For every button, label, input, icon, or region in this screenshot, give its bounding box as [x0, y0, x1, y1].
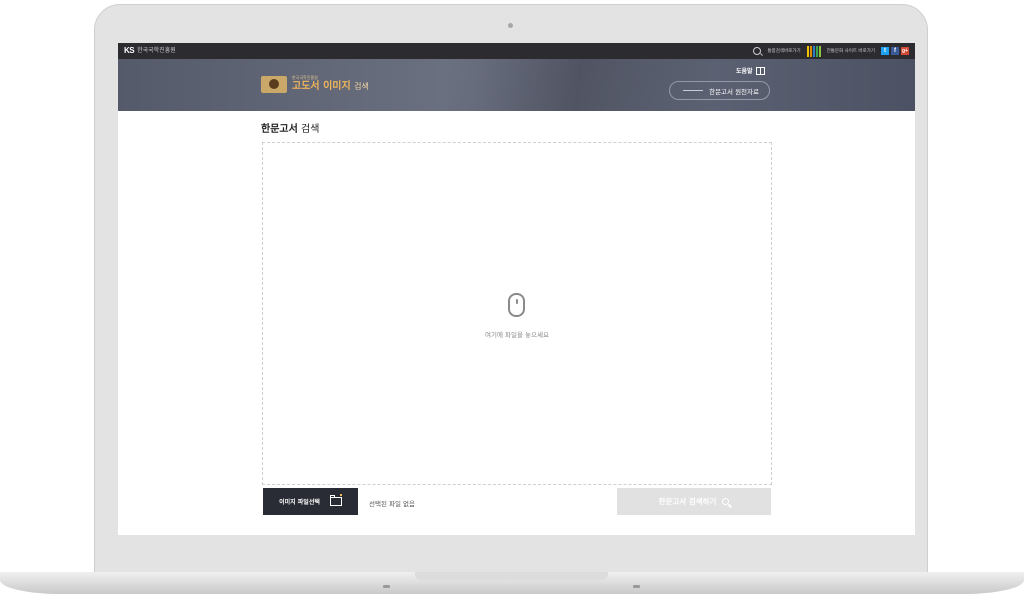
culture-stripes-icon	[806, 45, 821, 57]
page-title-light: 검색	[301, 124, 320, 135]
facebook-icon[interactable]: f	[891, 47, 899, 55]
camera-icon	[508, 23, 513, 28]
file-drop-zone[interactable]: 여기에 파일을 놓으세요	[262, 142, 772, 485]
screen: KS 한국국학진흥원 통합검색바로가기 전통문화 사이트 바로가기 t f g+…	[118, 43, 915, 535]
help-label: 도움말	[736, 68, 753, 75]
laptop-notch	[415, 572, 608, 580]
decorative-line	[683, 90, 704, 91]
twitter-icon[interactable]: t	[881, 47, 889, 55]
drop-instruction: 여기에 파일을 놓으세요	[485, 331, 549, 339]
brand-title-light: 검색	[354, 82, 369, 91]
laptop-foot	[633, 585, 640, 588]
page-title: 한문고서 검색	[261, 120, 319, 135]
brand-title-bold: 고도서 이미지	[292, 81, 351, 92]
top-utility-bar: KS 한국국학진흥원 통합검색바로가기 전통문화 사이트 바로가기 t f g+	[118, 43, 915, 59]
search-icon	[722, 498, 730, 505]
search-icon	[753, 47, 762, 55]
main-content: 한문고서 검색 여기에 파일을 놓으세요 이미지 파일선택 선택된 파일 없음 …	[118, 111, 915, 535]
image-file-select-button[interactable]: 이미지 파일선택	[263, 488, 358, 515]
org-home-link[interactable]: KS 한국국학진흥원	[124, 46, 176, 55]
brand-home-link[interactable]: 한국국학진흥원 고도서 이미지 검색	[261, 75, 369, 93]
search-button[interactable]: 한문고서 검색하기	[617, 488, 771, 515]
header-banner: 한국국학진흥원 고도서 이미지 검색 도움말 한문고서 원천자료	[118, 59, 915, 111]
selected-file-status: 선택된 파일 없음	[369, 500, 415, 508]
googleplus-icon[interactable]: g+	[901, 47, 909, 55]
file-select-label: 이미지 파일선택	[279, 499, 320, 506]
original-source-button[interactable]: 한문고서 원천자료	[669, 81, 770, 100]
laptop-foot	[383, 585, 390, 588]
org-name: 한국국학진흥원	[137, 47, 176, 54]
brand-title: 고도서 이미지 검색	[292, 81, 369, 93]
utility-links: 통합검색바로가기 전통문화 사이트 바로가기 t f g+	[753, 45, 909, 57]
culture-site-link[interactable]: 전통문화 사이트 바로가기	[827, 48, 875, 54]
folder-icon	[329, 494, 342, 506]
help-link[interactable]: 도움말	[736, 66, 765, 75]
brand-logo-icon	[261, 75, 287, 93]
page-title-bold: 한문고서	[261, 124, 298, 135]
search-button-label: 한문고서 검색하기	[658, 497, 717, 506]
integrated-search-link[interactable]: 통합검색바로가기	[767, 48, 800, 54]
social-links: t f g+	[881, 47, 909, 55]
org-logo: KS	[124, 46, 135, 55]
original-source-label: 한문고서 원천자료	[709, 87, 759, 96]
mouse-icon	[508, 293, 525, 317]
book-icon	[755, 66, 765, 75]
